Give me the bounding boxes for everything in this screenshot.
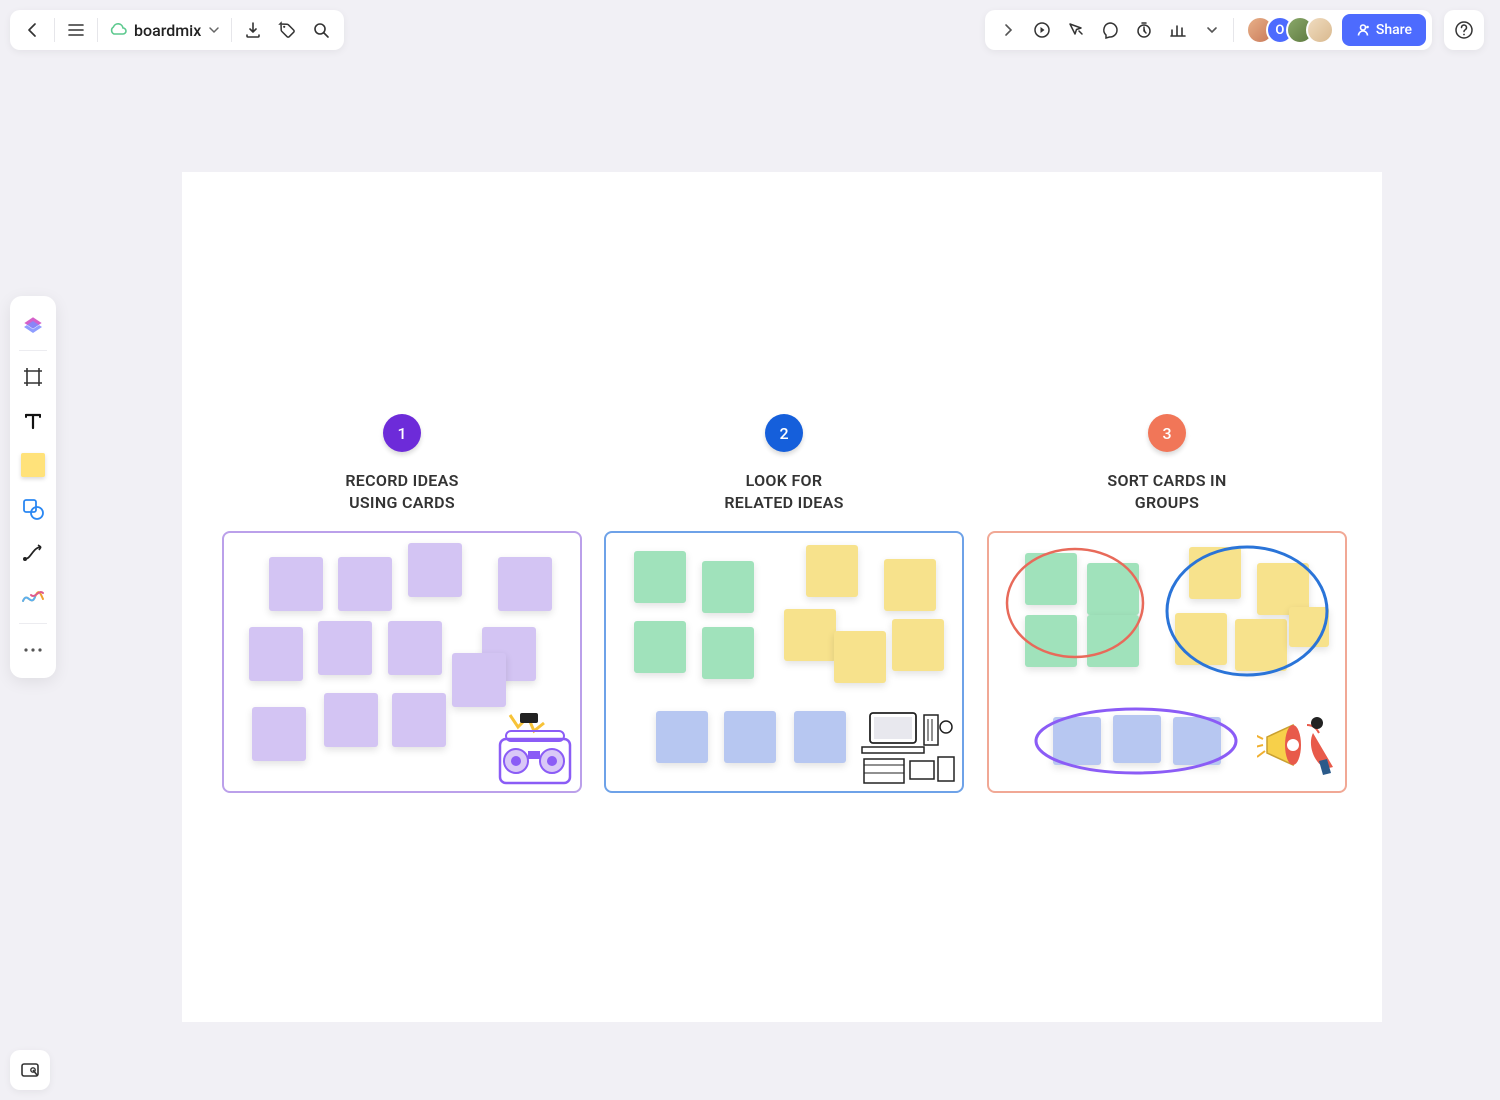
sticky-note[interactable] — [892, 619, 944, 671]
step-2: 2 LOOK FORRELATED IDEAS — [604, 414, 964, 793]
sticky-note-tool[interactable] — [15, 445, 51, 485]
sticky-note[interactable] — [1189, 547, 1241, 599]
sticky-note[interactable] — [1173, 717, 1221, 765]
cursor-button[interactable] — [1059, 13, 1093, 47]
step-title: SORT CARDS INGROUPS — [987, 470, 1347, 513]
step-1: 1 RECORD IDEASUSING CARDS — [222, 414, 582, 793]
topbar-left: boardmix — [10, 10, 344, 50]
avatar — [1306, 16, 1334, 44]
cloud-sync-icon — [108, 22, 128, 38]
sticky-note[interactable] — [834, 631, 886, 683]
topbar-actions: O Share — [985, 10, 1432, 50]
back-button[interactable] — [16, 13, 50, 47]
menu-button[interactable] — [59, 13, 93, 47]
step-title: RECORD IDEASUSING CARDS — [222, 470, 582, 513]
sticky-note[interactable] — [656, 711, 708, 763]
sticky-note[interactable] — [1053, 717, 1101, 765]
sticky-note[interactable] — [388, 621, 442, 675]
play-button[interactable] — [1025, 13, 1059, 47]
whiteboard-canvas[interactable]: 1 RECORD IDEASUSING CARDS 2 LOOK FO — [182, 172, 1382, 1022]
shape-tool[interactable] — [15, 489, 51, 529]
sticky-note[interactable] — [1025, 615, 1077, 667]
chevron-down-icon — [207, 23, 221, 37]
sticky-note[interactable] — [452, 653, 506, 707]
step-badge: 3 — [1148, 414, 1186, 452]
step-3: 3 SORT CARDS INGROUPS — [987, 414, 1347, 793]
sticky-note-icon — [21, 453, 45, 477]
expand-button[interactable] — [991, 13, 1025, 47]
help-pill — [1444, 10, 1484, 50]
sticky-note[interactable] — [1289, 607, 1329, 647]
pen-tool[interactable] — [15, 577, 51, 617]
sticky-note[interactable] — [324, 693, 378, 747]
sticky-note[interactable] — [634, 551, 686, 603]
sticky-note[interactable] — [702, 561, 754, 613]
sticky-note[interactable] — [338, 557, 392, 611]
sticky-note[interactable] — [702, 627, 754, 679]
divider — [54, 18, 55, 42]
comment-button[interactable] — [1093, 13, 1127, 47]
divider — [231, 18, 232, 42]
sticky-note[interactable] — [408, 543, 462, 597]
divider — [19, 623, 47, 624]
tag-button[interactable] — [270, 13, 304, 47]
board-title-group[interactable]: boardmix — [102, 21, 227, 40]
more-actions-button[interactable] — [1195, 13, 1229, 47]
sticky-note[interactable] — [1235, 619, 1287, 671]
tool-sidebar — [10, 296, 56, 678]
topbar: boardmix — [10, 10, 1490, 50]
sticky-note[interactable] — [634, 621, 686, 673]
timer-button[interactable] — [1127, 13, 1161, 47]
share-label: Share — [1376, 22, 1412, 38]
sticky-note[interactable] — [252, 707, 306, 761]
step-frame[interactable] — [604, 531, 964, 793]
search-button[interactable] — [304, 13, 338, 47]
board-title: boardmix — [134, 21, 201, 40]
step-badge: 2 — [765, 414, 803, 452]
sticky-note[interactable] — [1087, 563, 1139, 615]
templates-tool[interactable] — [15, 304, 51, 344]
step-frame[interactable] — [222, 531, 582, 793]
sticky-note[interactable] — [884, 559, 936, 611]
collaborator-avatars[interactable]: O — [1246, 16, 1334, 44]
divider — [19, 350, 47, 351]
more-tools[interactable] — [15, 630, 51, 670]
step-frame[interactable] — [987, 531, 1347, 793]
step-badge: 1 — [383, 414, 421, 452]
help-button[interactable] — [1450, 12, 1478, 48]
sticky-note[interactable] — [1025, 553, 1077, 605]
sticky-note[interactable] — [249, 627, 303, 681]
share-icon — [1356, 23, 1370, 37]
divider — [97, 18, 98, 42]
desk-illustration — [860, 707, 958, 787]
share-button[interactable]: Share — [1342, 14, 1426, 46]
sticky-note[interactable] — [794, 711, 846, 763]
connector-tool[interactable] — [15, 533, 51, 573]
step-title: LOOK FORRELATED IDEAS — [604, 470, 964, 513]
sticky-note[interactable] — [806, 545, 858, 597]
boombox-illustration — [492, 711, 576, 789]
sticky-note[interactable] — [498, 557, 552, 611]
chart-button[interactable] — [1161, 13, 1195, 47]
sticky-note[interactable] — [392, 693, 446, 747]
minimap-button[interactable] — [10, 1050, 50, 1090]
sticky-note[interactable] — [1175, 613, 1227, 665]
download-button[interactable] — [236, 13, 270, 47]
sticky-note[interactable] — [1087, 615, 1139, 667]
megaphone-illustration — [1257, 713, 1339, 781]
sticky-note[interactable] — [724, 711, 776, 763]
divider — [1233, 18, 1234, 42]
sticky-note[interactable] — [269, 557, 323, 611]
sticky-note[interactable] — [318, 621, 372, 675]
sticky-note[interactable] — [1113, 715, 1161, 763]
text-tool[interactable] — [15, 401, 51, 441]
topbar-right: O Share — [979, 10, 1490, 50]
frame-tool[interactable] — [15, 357, 51, 397]
sticky-note[interactable] — [784, 609, 836, 661]
